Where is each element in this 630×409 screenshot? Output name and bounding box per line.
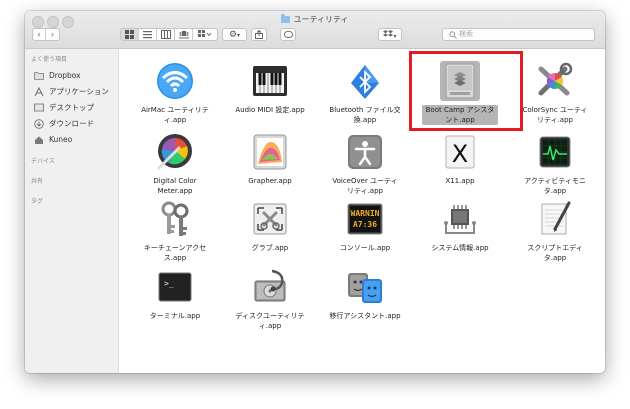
app-bluetooth-file-exchange[interactable]: Bluetooth ファイル交 換.app: [319, 61, 411, 124]
svg-text:X: X: [452, 140, 468, 168]
chevron-down-icon: ▾: [237, 32, 241, 39]
desktop-icon: [34, 103, 44, 112]
titlebar: ユーティリティ ‹ › ⚙▾ ▾ 検索: [25, 11, 605, 49]
tag-icon: [283, 31, 293, 38]
grid-icon: [125, 30, 134, 39]
sidebar-item-home[interactable]: Kuneo: [34, 133, 72, 145]
svg-text:WARNIN: WARNIN: [351, 209, 380, 218]
sidebar-item-downloads[interactable]: ダウンロード: [34, 117, 94, 129]
search-placeholder: 検索: [459, 30, 473, 38]
arrange-icon: [198, 30, 212, 37]
sidebar-header-tags: タグ: [31, 198, 44, 205]
forward-button[interactable]: ›: [46, 29, 59, 40]
console-icon: WARNIN A7:36: [345, 199, 385, 239]
app-migration-assistant[interactable]: 移行アシスタント.app: [319, 267, 411, 327]
highlight-annotation-box: [409, 51, 523, 131]
app-script-editor[interactable]: スクリプトエディ タ.app: [509, 199, 601, 262]
search-field[interactable]: 検索: [442, 28, 595, 41]
grab-icon: [250, 199, 290, 239]
colorsync-icon: [535, 61, 575, 101]
finder-window: ユーティリティ ‹ › ⚙▾ ▾ 検索 よく使う項目 Dropbox アプリケー…: [25, 11, 605, 373]
svg-text:A7:36: A7:36: [353, 220, 377, 229]
system-info-icon: [440, 199, 480, 239]
app-grapher[interactable]: Grapher.app: [224, 132, 316, 192]
script-editor-icon: [535, 199, 575, 239]
terminal-icon: >_: [155, 267, 195, 307]
svg-text:>_: >_: [164, 279, 174, 288]
app-system-information[interactable]: システム情報.app: [414, 199, 506, 259]
arrange-button[interactable]: [193, 29, 217, 40]
folder-icon: [34, 71, 44, 80]
download-icon: [34, 118, 44, 129]
gear-icon: ⚙: [228, 30, 238, 40]
app-keychain-access[interactable]: キーチェーンアクセ ス.app: [129, 199, 221, 262]
app-grab[interactable]: グラブ.app: [224, 199, 316, 259]
accessibility-icon: [345, 132, 385, 172]
action-button[interactable]: ⚙▾: [222, 28, 247, 41]
sidebar-item-dropbox[interactable]: Dropbox: [34, 69, 81, 81]
x11-icon: X: [440, 132, 480, 172]
column-view-button[interactable]: [157, 29, 175, 40]
home-icon: [34, 135, 44, 144]
sidebar-header-shared: 共有: [31, 178, 44, 185]
back-forward-buttons: ‹ ›: [32, 28, 60, 41]
app-console[interactable]: WARNIN A7:36 コンソール.app: [319, 199, 411, 259]
search-icon: [449, 29, 457, 43]
coverflow-view-button[interactable]: [175, 29, 193, 40]
share-icon: [255, 29, 263, 39]
columns-icon: [160, 30, 171, 39]
folder-icon: [281, 14, 291, 23]
app-activity-monitor[interactable]: アクティビティモニ タ.app: [509, 132, 601, 195]
app-x11[interactable]: X X11.app: [414, 132, 506, 192]
dropbox-button[interactable]: ▾: [378, 28, 402, 41]
keys-icon: [155, 199, 195, 239]
piano-icon: [250, 61, 290, 101]
app-digital-color-meter[interactable]: Digital Color Meter.app: [129, 132, 221, 195]
app-airmac-utility[interactable]: AirMac ユーティリテ ィ.app: [129, 61, 221, 124]
chevron-down-icon: ▾: [393, 33, 397, 40]
file-grid: AirMac ユーティリテ ィ.app Audio MIDI 設定.app Bl…: [119, 49, 605, 373]
applications-icon: [34, 86, 44, 96]
app-disk-utility[interactable]: ディスクユーティリテ ィ.app: [224, 267, 316, 330]
tag-button[interactable]: [280, 28, 296, 41]
share-button[interactable]: [251, 28, 267, 41]
list-view-button[interactable]: [139, 29, 157, 40]
grapher-icon: [250, 132, 290, 172]
back-button[interactable]: ‹: [33, 29, 46, 40]
icon-view-button[interactable]: [121, 29, 139, 40]
sidebar-header-devices: デバイス: [31, 158, 55, 165]
disk-utility-icon: [250, 267, 290, 307]
color-meter-icon: [155, 132, 195, 172]
view-mode-buttons: [120, 28, 218, 41]
list-icon: [143, 31, 152, 39]
app-terminal[interactable]: >_ ターミナル.app: [129, 267, 221, 327]
window-title: ユーティリティ: [25, 14, 605, 25]
sidebar: よく使う項目 Dropbox アプリケーション デスクトップ ダウンロード Ku…: [25, 49, 119, 373]
sidebar-header-favorites: よく使う項目: [31, 56, 68, 63]
app-voiceover-utility[interactable]: VoiceOver ユーティ リティ.app: [319, 132, 411, 195]
bluetooth-icon: [345, 61, 385, 101]
app-audio-midi-setup[interactable]: Audio MIDI 設定.app: [224, 61, 316, 121]
wifi-icon: [155, 61, 195, 101]
activity-monitor-icon: [535, 132, 575, 172]
migration-assistant-icon: [345, 267, 385, 307]
sidebar-item-applications[interactable]: アプリケーション: [34, 85, 109, 97]
sidebar-item-desktop[interactable]: デスクトップ: [34, 101, 94, 113]
coverflow-icon: [178, 31, 189, 39]
dropbox-icon: [383, 30, 394, 37]
